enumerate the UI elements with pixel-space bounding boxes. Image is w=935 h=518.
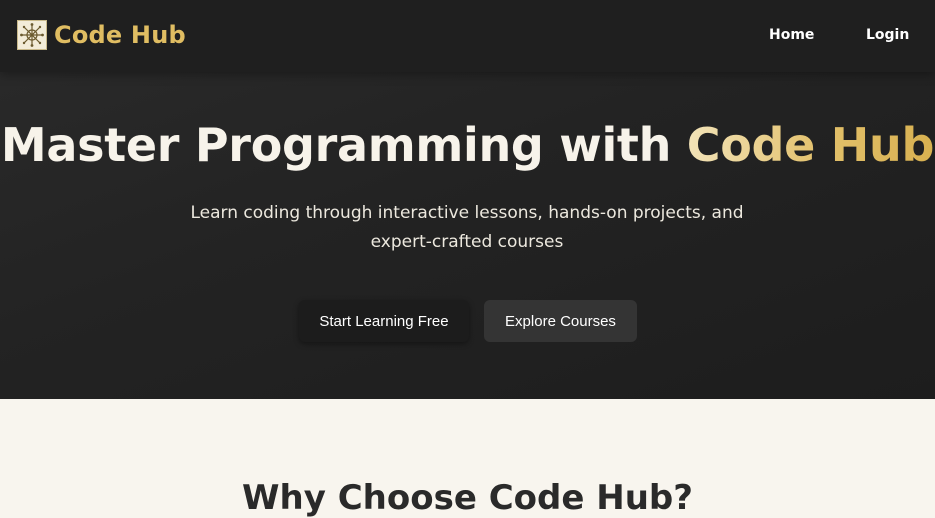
hero-subtitle-line1: Learn coding through interactive lessons…	[190, 203, 744, 223]
nav-link-home[interactable]: Home	[769, 27, 814, 43]
hero-title: Master Programming with Code Hub	[0, 118, 935, 172]
hero-subtitle-line2: expert-crafted courses	[370, 232, 564, 252]
features-title: Why Choose Code Hub?	[242, 478, 693, 518]
brand-name: Code Hub	[54, 21, 186, 49]
hero-title-main: Master Programming with	[0, 118, 687, 172]
brand-logo-link[interactable]: Code Hub	[17, 20, 186, 50]
start-learning-button[interactable]: Start Learning Free	[299, 300, 469, 342]
hero-subtitle: Learn coding through interactive lessons…	[187, 199, 747, 257]
navbar: Code Hub Home Login	[0, 0, 935, 72]
hero-title-accent: Code Hub	[686, 118, 935, 172]
code-compass-logo-icon	[17, 20, 47, 50]
nav-link-login[interactable]: Login	[866, 27, 909, 43]
explore-courses-button[interactable]: Explore Courses	[484, 300, 637, 342]
hero-section: Code Hub Home Login Master Programming w…	[0, 0, 935, 399]
